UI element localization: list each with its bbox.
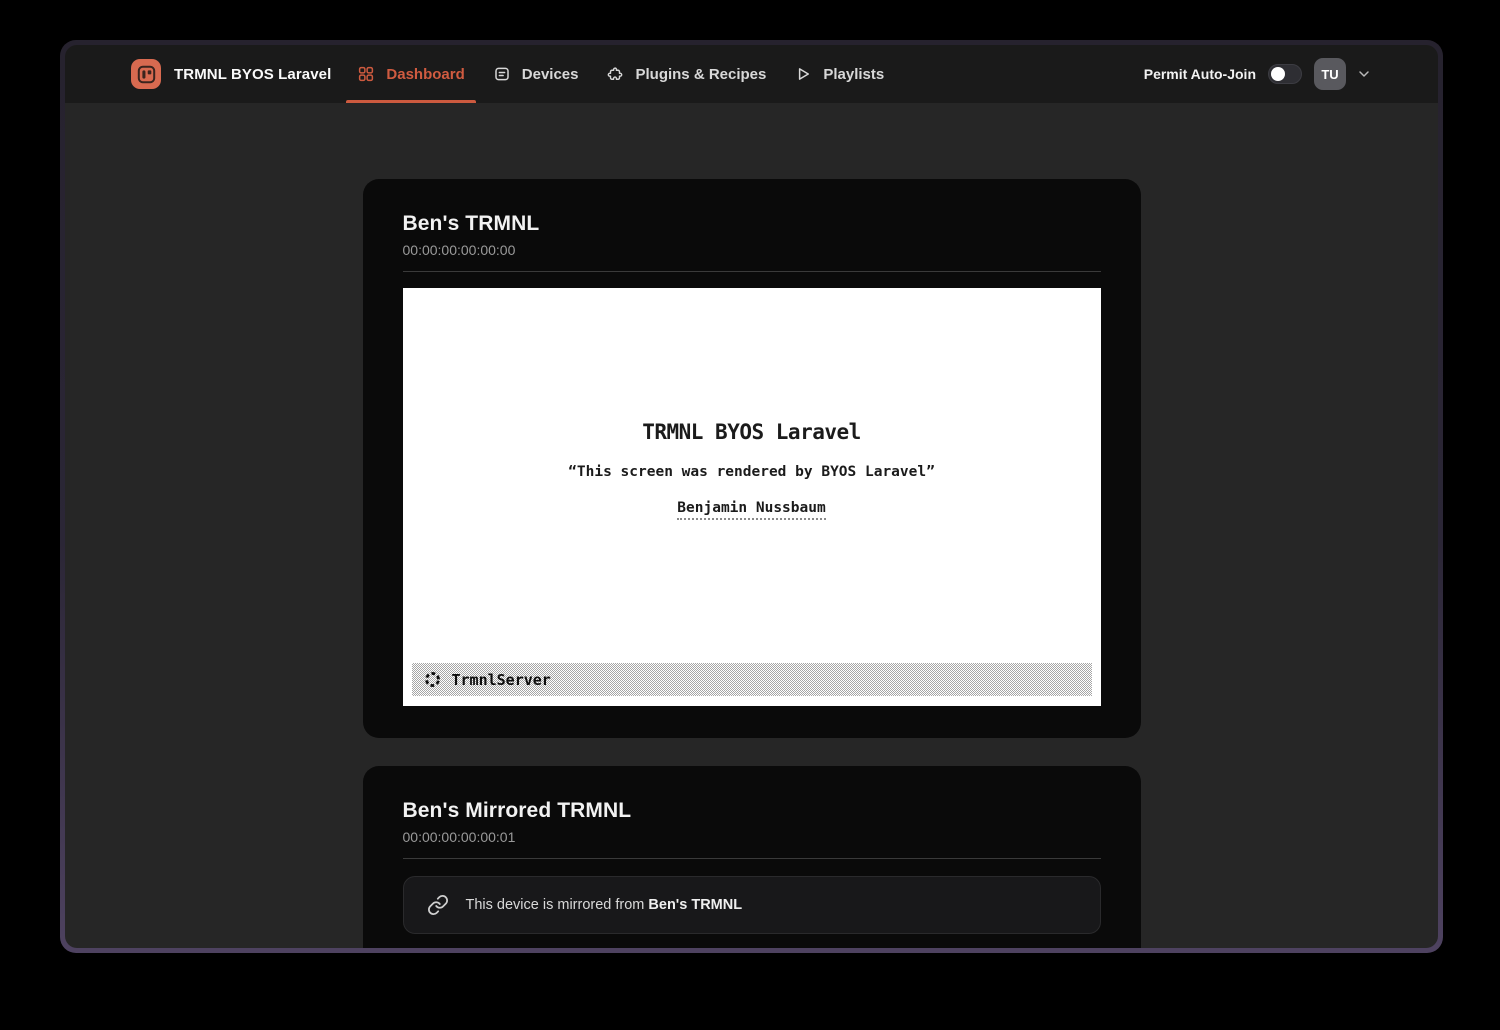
- mirror-info-box: This device is mirrored from Ben's TRMNL: [403, 876, 1101, 934]
- divider: [403, 858, 1101, 859]
- mirror-message-prefix: This device is mirrored from: [466, 897, 649, 913]
- tab-devices[interactable]: Devices: [482, 45, 590, 103]
- play-icon: [794, 65, 812, 83]
- user-avatar[interactable]: TU: [1314, 58, 1346, 90]
- toggle-knob: [1271, 67, 1285, 81]
- device-name: Ben's Mirrored TRMNL: [403, 799, 1101, 823]
- tab-label: Dashboard: [386, 66, 464, 83]
- screen-author: Benjamin Nussbaum: [677, 500, 825, 520]
- tab-dashboard[interactable]: Dashboard: [346, 45, 475, 103]
- puzzle-icon: [606, 65, 624, 83]
- screen-title: TRMNL BYOS Laravel: [642, 420, 861, 444]
- tab-playlists[interactable]: Playlists: [783, 45, 895, 103]
- tab-plugins-recipes[interactable]: Plugins & Recipes: [595, 45, 777, 103]
- app-window: TRMNL BYOS Laravel Dashboard: [65, 45, 1438, 948]
- screen-quote: “This screen was rendered by BYOS Larave…: [568, 464, 935, 480]
- tab-label: Playlists: [823, 66, 884, 83]
- device-screen-preview: TRMNL BYOS Laravel “This screen was rend…: [403, 288, 1101, 706]
- devices-icon: [493, 65, 511, 83]
- tab-label: Plugins & Recipes: [635, 66, 766, 83]
- trmnl-logo-icon: [136, 64, 157, 85]
- mirror-message: This device is mirrored from Ben's TRMNL: [466, 897, 743, 913]
- main-nav: Dashboard Devices: [343, 45, 898, 103]
- dashboard-grid-icon: [357, 65, 375, 83]
- chevron-down-icon[interactable]: [1356, 66, 1372, 82]
- permit-auto-join-label: Permit Auto-Join: [1144, 66, 1256, 82]
- screen-status-bar: TrmnlServer: [412, 663, 1092, 696]
- screen-status-label: TrmnlServer: [452, 671, 551, 689]
- app-title: TRMNL BYOS Laravel: [174, 66, 331, 83]
- dashboard-content: Ben's TRMNL 00:00:00:00:00:00 TRMNL BYOS…: [65, 103, 1438, 948]
- device-name: Ben's TRMNL: [403, 212, 1101, 236]
- device-mac-address: 00:00:00:00:00:01: [403, 829, 1101, 845]
- device-card: Ben's Mirrored TRMNL 00:00:00:00:00:01 T…: [363, 766, 1141, 948]
- mirror-source-device: Ben's TRMNL: [648, 897, 742, 913]
- divider: [403, 271, 1101, 272]
- device-card: Ben's TRMNL 00:00:00:00:00:00 TRMNL BYOS…: [363, 179, 1141, 738]
- link-icon: [427, 894, 449, 916]
- device-mac-address: 00:00:00:00:00:00: [403, 242, 1101, 258]
- tab-label: Devices: [522, 66, 579, 83]
- app-window-frame: TRMNL BYOS Laravel Dashboard: [60, 40, 1443, 953]
- desktop-background: TRMNL BYOS Laravel Dashboard: [0, 0, 1500, 1030]
- spinner-icon: [423, 670, 442, 689]
- top-navigation-bar: TRMNL BYOS Laravel Dashboard: [65, 45, 1438, 103]
- permit-auto-join-toggle[interactable]: [1268, 64, 1302, 84]
- app-logo[interactable]: [131, 59, 161, 89]
